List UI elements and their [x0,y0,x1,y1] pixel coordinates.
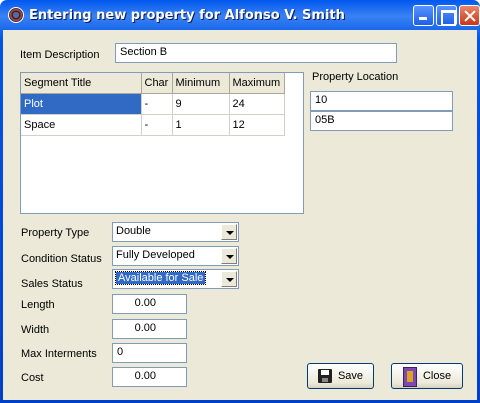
item-description-field[interactable]: Section B [115,43,397,63]
item-description-label: Item Description [20,49,100,61]
width-field[interactable]: 0.00 [112,319,187,339]
max-interments-field[interactable]: 0 [112,343,187,363]
minimum-cell[interactable]: 9 [172,93,230,115]
segment-title-cell[interactable]: Space [21,114,142,136]
column-header-char[interactable]: Char [141,73,173,94]
window-title: Entering new property for Alfonso V. Smi… [29,8,345,23]
chevron-down-icon[interactable] [221,271,237,287]
property-location-field-1[interactable]: 10 [310,91,453,111]
table-row[interactable]: Space - 1 12 [21,114,285,136]
maximum-cell[interactable]: 12 [229,114,285,136]
char-cell[interactable]: - [141,93,173,115]
condition-status-label: Condition Status [21,253,102,265]
minimum-cell[interactable]: 1 [172,114,230,136]
property-type-label: Property Type [21,227,90,239]
sales-status-label: Sales Status [21,278,83,290]
maximum-cell[interactable]: 24 [229,93,285,115]
condition-status-select[interactable]: Fully Developed [112,246,239,266]
property-type-select[interactable]: Double [112,222,239,242]
length-label: Length [21,299,55,311]
dialog-window: Entering new property for Alfonso V. Smi… [0,0,480,403]
close-window-button[interactable] [459,5,480,26]
grid-header-row: Segment Title Char Minimum Maximum [21,73,285,94]
table-row[interactable]: Plot - 9 24 [21,93,285,115]
max-interments-label: Max Interments [21,348,97,360]
length-field[interactable]: 0.00 [112,294,187,314]
chevron-down-icon[interactable] [221,248,237,264]
condition-status-value: Fully Developed [116,249,195,261]
cost-label: Cost [21,372,44,384]
minimize-button[interactable] [413,5,434,26]
title-bar[interactable]: Entering new property for Alfonso V. Smi… [3,0,480,30]
save-button-label: Save [337,370,364,382]
width-label: Width [21,324,50,336]
sales-status-value: Available for Sale [114,271,207,285]
dialog-body: Item Description Section B Segment Title… [3,30,477,400]
maximize-button[interactable] [436,5,457,26]
sales-status-select[interactable]: Available for Sale [112,269,239,289]
save-button[interactable]: Save [307,363,374,389]
exit-door-icon [402,367,417,387]
cost-field[interactable]: 0.00 [112,367,187,387]
column-header-maximum[interactable]: Maximum [229,73,285,94]
app-icon [8,7,24,23]
close-button[interactable]: Close [391,363,463,389]
property-location-label: Property Location [312,71,399,83]
segment-title-cell[interactable]: Plot [21,93,142,115]
column-header-segment-title[interactable]: Segment Title [21,73,142,94]
property-type-value: Double [116,225,151,237]
column-header-minimum[interactable]: Minimum [172,73,230,94]
chevron-down-icon[interactable] [221,224,237,240]
close-button-label: Close [422,370,452,382]
floppy-disk-icon [317,369,332,383]
property-location-field-2[interactable]: 05B [310,111,453,131]
segment-grid[interactable]: Segment Title Char Minimum Maximum Plot … [20,72,304,214]
char-cell[interactable]: - [141,114,173,136]
